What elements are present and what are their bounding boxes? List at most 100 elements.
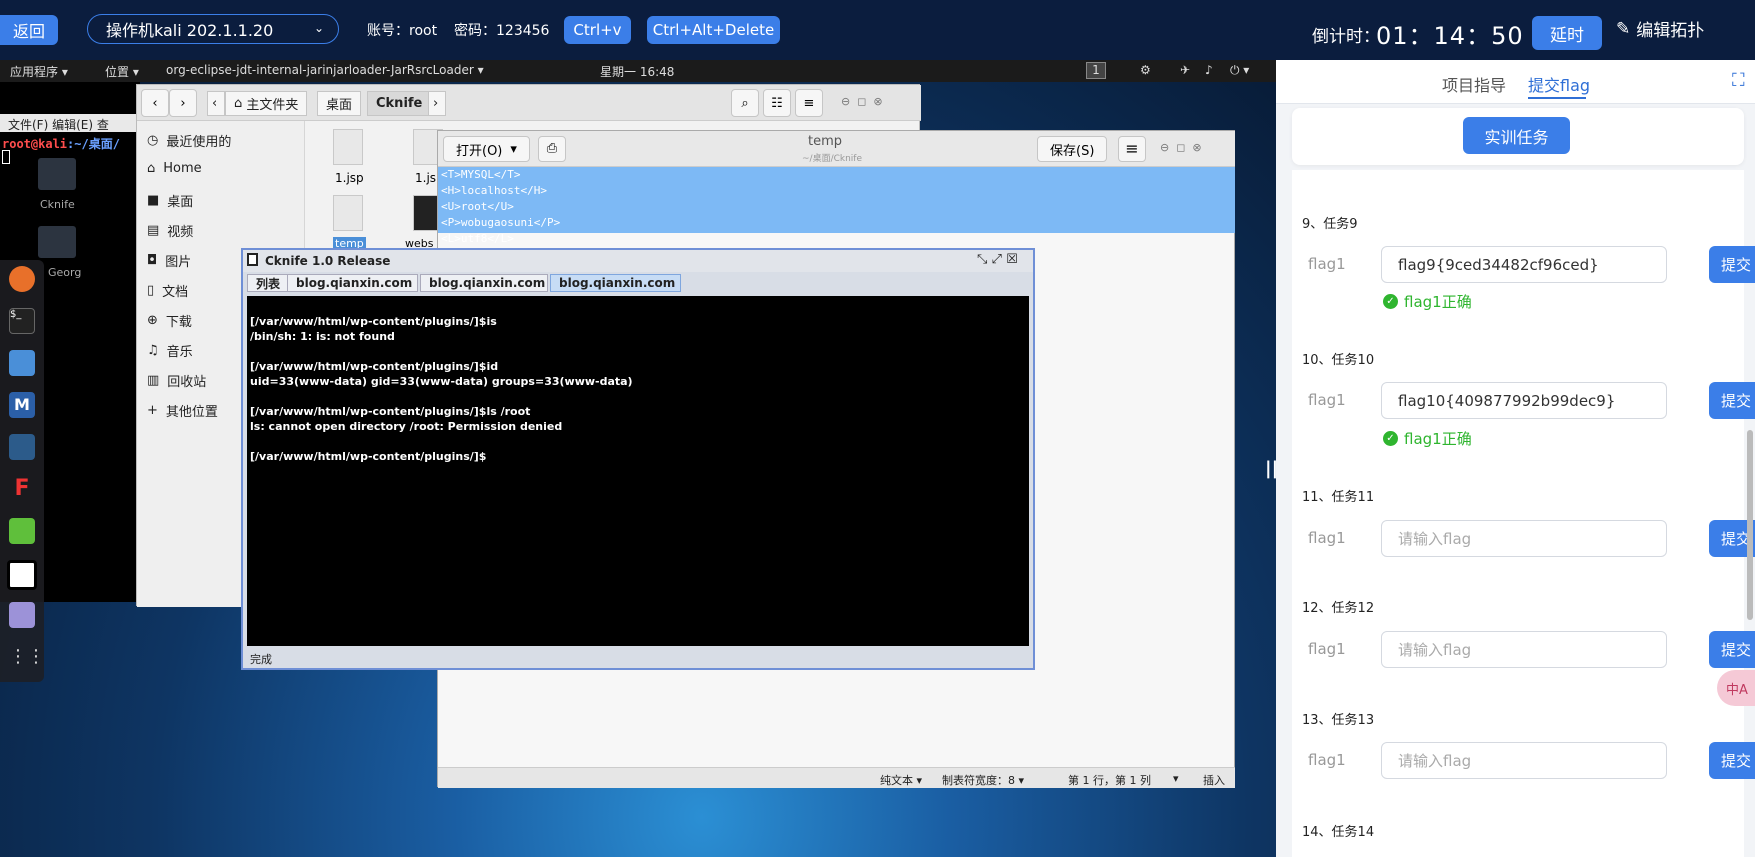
window-controls[interactable]: ⊖ ◻ ⊗ bbox=[841, 95, 883, 108]
expand-icon[interactable]: ⛶ bbox=[1732, 70, 1745, 91]
forward-arrow-icon[interactable]: › bbox=[169, 89, 197, 117]
terminal-icon[interactable]: $_ bbox=[9, 308, 35, 334]
ctrl-alt-delete-button[interactable]: Ctrl+Alt+Delete bbox=[647, 16, 780, 44]
submit-button[interactable]: 提交 bbox=[1709, 631, 1755, 668]
desktop-icon-label[interactable]: Cknife bbox=[40, 198, 75, 211]
flag-input[interactable]: flag10{409877992b99dec9} bbox=[1381, 382, 1667, 419]
chevron-down-icon[interactable]: ▾ bbox=[1173, 772, 1179, 785]
back-arrow-icon[interactable]: ‹ bbox=[141, 89, 169, 117]
path-home[interactable]: ⌂ 主文件夹 bbox=[225, 91, 308, 116]
path-left-icon[interactable]: ‹ bbox=[207, 91, 225, 116]
machine-select[interactable]: 操作机kali 202.1.1.20 ⌄ bbox=[87, 14, 339, 44]
folder-icon[interactable] bbox=[38, 226, 76, 258]
wifi-icon[interactable]: ✈ bbox=[1180, 63, 1190, 77]
tab-list[interactable]: 列表 bbox=[247, 274, 290, 292]
file-icon[interactable] bbox=[333, 129, 363, 165]
sidebar-item-desktop[interactable]: ■ 桌面 bbox=[147, 191, 193, 210]
pencil-icon: ✎ bbox=[1616, 18, 1631, 39]
applications-menu[interactable]: 应用程序 ▾ bbox=[10, 63, 68, 80]
places-menu[interactable]: 位置 ▾ bbox=[105, 63, 139, 80]
folder-icon[interactable] bbox=[38, 158, 76, 190]
language-selector[interactable]: 纯文本 ▾ bbox=[880, 772, 922, 788]
submit-button[interactable]: 提交 bbox=[1709, 246, 1755, 283]
sidebar-item-downloads[interactable]: ⊕ 下载 bbox=[147, 311, 192, 330]
cknife-icon[interactable] bbox=[7, 560, 37, 590]
metasploit-icon[interactable]: M bbox=[9, 392, 35, 418]
edit-topology-button[interactable]: ✎ 编辑拓扑 bbox=[1616, 16, 1704, 42]
path-cknife[interactable]: Cknife bbox=[367, 91, 432, 116]
files-icon[interactable] bbox=[9, 350, 35, 376]
menu-icon[interactable]: ≡ bbox=[795, 89, 823, 117]
tab-submit-flag[interactable]: 提交flag bbox=[1528, 72, 1590, 96]
menu-icon[interactable]: ≡ bbox=[1118, 136, 1146, 162]
flag-input[interactable]: 请输入flag bbox=[1381, 520, 1667, 557]
sidebar-item-videos[interactable]: ▤ 视频 bbox=[147, 221, 193, 240]
training-task-button[interactable]: 实训任务 bbox=[1463, 117, 1570, 154]
terminal-menu-items[interactable]: 文件(F) 编辑(E) 查 bbox=[8, 116, 109, 133]
countdown-label: 倒计时： bbox=[1312, 27, 1380, 47]
faraday-icon[interactable]: F bbox=[9, 476, 35, 502]
save-button[interactable]: 保存(S) bbox=[1037, 136, 1108, 162]
path-right-icon[interactable]: › bbox=[428, 91, 446, 116]
window-controls[interactable]: ⊖ ◻ ⊗ bbox=[1160, 141, 1202, 154]
volume-icon[interactable]: ♪ bbox=[1205, 63, 1213, 77]
divider-handle[interactable]: || bbox=[1265, 458, 1278, 480]
new-document-icon[interactable]: ⎙ bbox=[538, 136, 566, 162]
terminal-menubar[interactable]: 文件(F) 编辑(E) 查 bbox=[0, 114, 140, 132]
password-label: 密码：123456 bbox=[454, 23, 550, 39]
search-icon[interactable]: ⌕ bbox=[731, 89, 759, 117]
editor-line: <P>wobugaosuni</P> bbox=[441, 216, 561, 229]
text-editor-icon[interactable] bbox=[9, 602, 35, 628]
flag-result: ✓ flag1正确 bbox=[1383, 291, 1472, 312]
window-menu[interactable]: org-eclipse-jdt-internal-jarinjarloader-… bbox=[166, 63, 484, 77]
submit-button[interactable]: 提交 bbox=[1709, 382, 1755, 419]
clock[interactable]: 星期一 16:48 bbox=[600, 63, 674, 80]
console-line: /bin/sh: 1: is: not found bbox=[250, 330, 395, 343]
sidebar-item-other[interactable]: + 其他位置 bbox=[147, 401, 218, 420]
translate-float-button[interactable]: 中A bbox=[1717, 670, 1755, 706]
submit-button[interactable]: 提交 bbox=[1709, 742, 1755, 779]
view-list-icon[interactable]: ☷ bbox=[763, 89, 791, 117]
open-button[interactable]: 打开(O) ▾ bbox=[443, 136, 530, 162]
back-button[interactable]: 返回 bbox=[0, 15, 58, 45]
file-label[interactable]: 1.jsp bbox=[335, 171, 364, 185]
sidebar-item-label: 桌面 bbox=[167, 195, 194, 210]
desktop-icon-label[interactable]: Georg bbox=[48, 266, 81, 279]
insert-mode[interactable]: 插入 bbox=[1203, 772, 1225, 788]
home-icon: ⌂ bbox=[147, 161, 156, 176]
cknife-window[interactable]: Cknife 1.0 Release ⤡ ⤢ ☒ 列表 blog.qianxin… bbox=[241, 248, 1035, 670]
tab-site[interactable]: blog.qianxin.com bbox=[287, 274, 418, 292]
tab-site[interactable]: blog.qianxin.com bbox=[420, 274, 548, 292]
cursor-position[interactable]: 第 1 行，第 1 列 bbox=[1068, 772, 1151, 788]
workspace-indicator[interactable]: 1 bbox=[1086, 62, 1106, 79]
sidebar-item-pictures[interactable]: ◘ 图片 bbox=[147, 251, 191, 270]
sidebar-item-music[interactable]: ♫ 音乐 bbox=[147, 341, 193, 360]
editor-text-area[interactable]: <T>MYSQL</T> <H>localhost</H> <U>root</U… bbox=[438, 167, 1235, 245]
sidebar-item-home[interactable]: ⌂ Home bbox=[147, 161, 202, 176]
network-icon[interactable]: ⚙ bbox=[1140, 63, 1151, 77]
panel-scrollbar[interactable] bbox=[1747, 430, 1753, 620]
chevron-down-icon: ▾ bbox=[510, 141, 517, 157]
tab-width-selector[interactable]: 制表符宽度：8 ▾ bbox=[942, 772, 1024, 788]
flag-input[interactable]: 请输入flag bbox=[1381, 631, 1667, 668]
armitage-icon[interactable] bbox=[9, 434, 35, 460]
window-controls[interactable]: ⤡ ⤢ ☒ bbox=[977, 252, 1018, 267]
flag-input[interactable]: 请输入flag bbox=[1381, 742, 1667, 779]
flag-input[interactable]: flag9{9ced34482cf96ced} bbox=[1381, 246, 1667, 283]
ctrl-v-button[interactable]: Ctrl+v bbox=[564, 16, 631, 44]
sidebar-item-label: 图片 bbox=[165, 255, 192, 270]
extend-button[interactable]: 延时 bbox=[1532, 16, 1602, 50]
firefox-icon[interactable] bbox=[9, 266, 35, 292]
sidebar-item-recent[interactable]: ◷ 最近使用的 bbox=[147, 131, 231, 150]
sidebar-item-documents[interactable]: ▯ 文档 bbox=[147, 281, 188, 300]
app-grid-icon[interactable]: ⋮⋮ bbox=[9, 644, 45, 670]
cknife-console[interactable]: [/var/www/html/wp-content/plugins/]$is /… bbox=[247, 296, 1029, 646]
tab-site-active[interactable]: blog.qianxin.com bbox=[550, 274, 681, 292]
power-icon[interactable]: ⏻ ▾ bbox=[1230, 63, 1249, 78]
notes-icon[interactable] bbox=[9, 518, 35, 544]
sidebar-item-trash[interactable]: ▥ 回收站 bbox=[147, 371, 206, 390]
path-desktop[interactable]: 桌面 bbox=[317, 91, 362, 116]
top-bar: 返回 操作机kali 202.1.1.20 ⌄ 账号：root 密码：12345… bbox=[0, 0, 1755, 60]
tab-project-guide[interactable]: 项目指导 bbox=[1442, 72, 1506, 96]
file-icon[interactable] bbox=[333, 195, 363, 231]
